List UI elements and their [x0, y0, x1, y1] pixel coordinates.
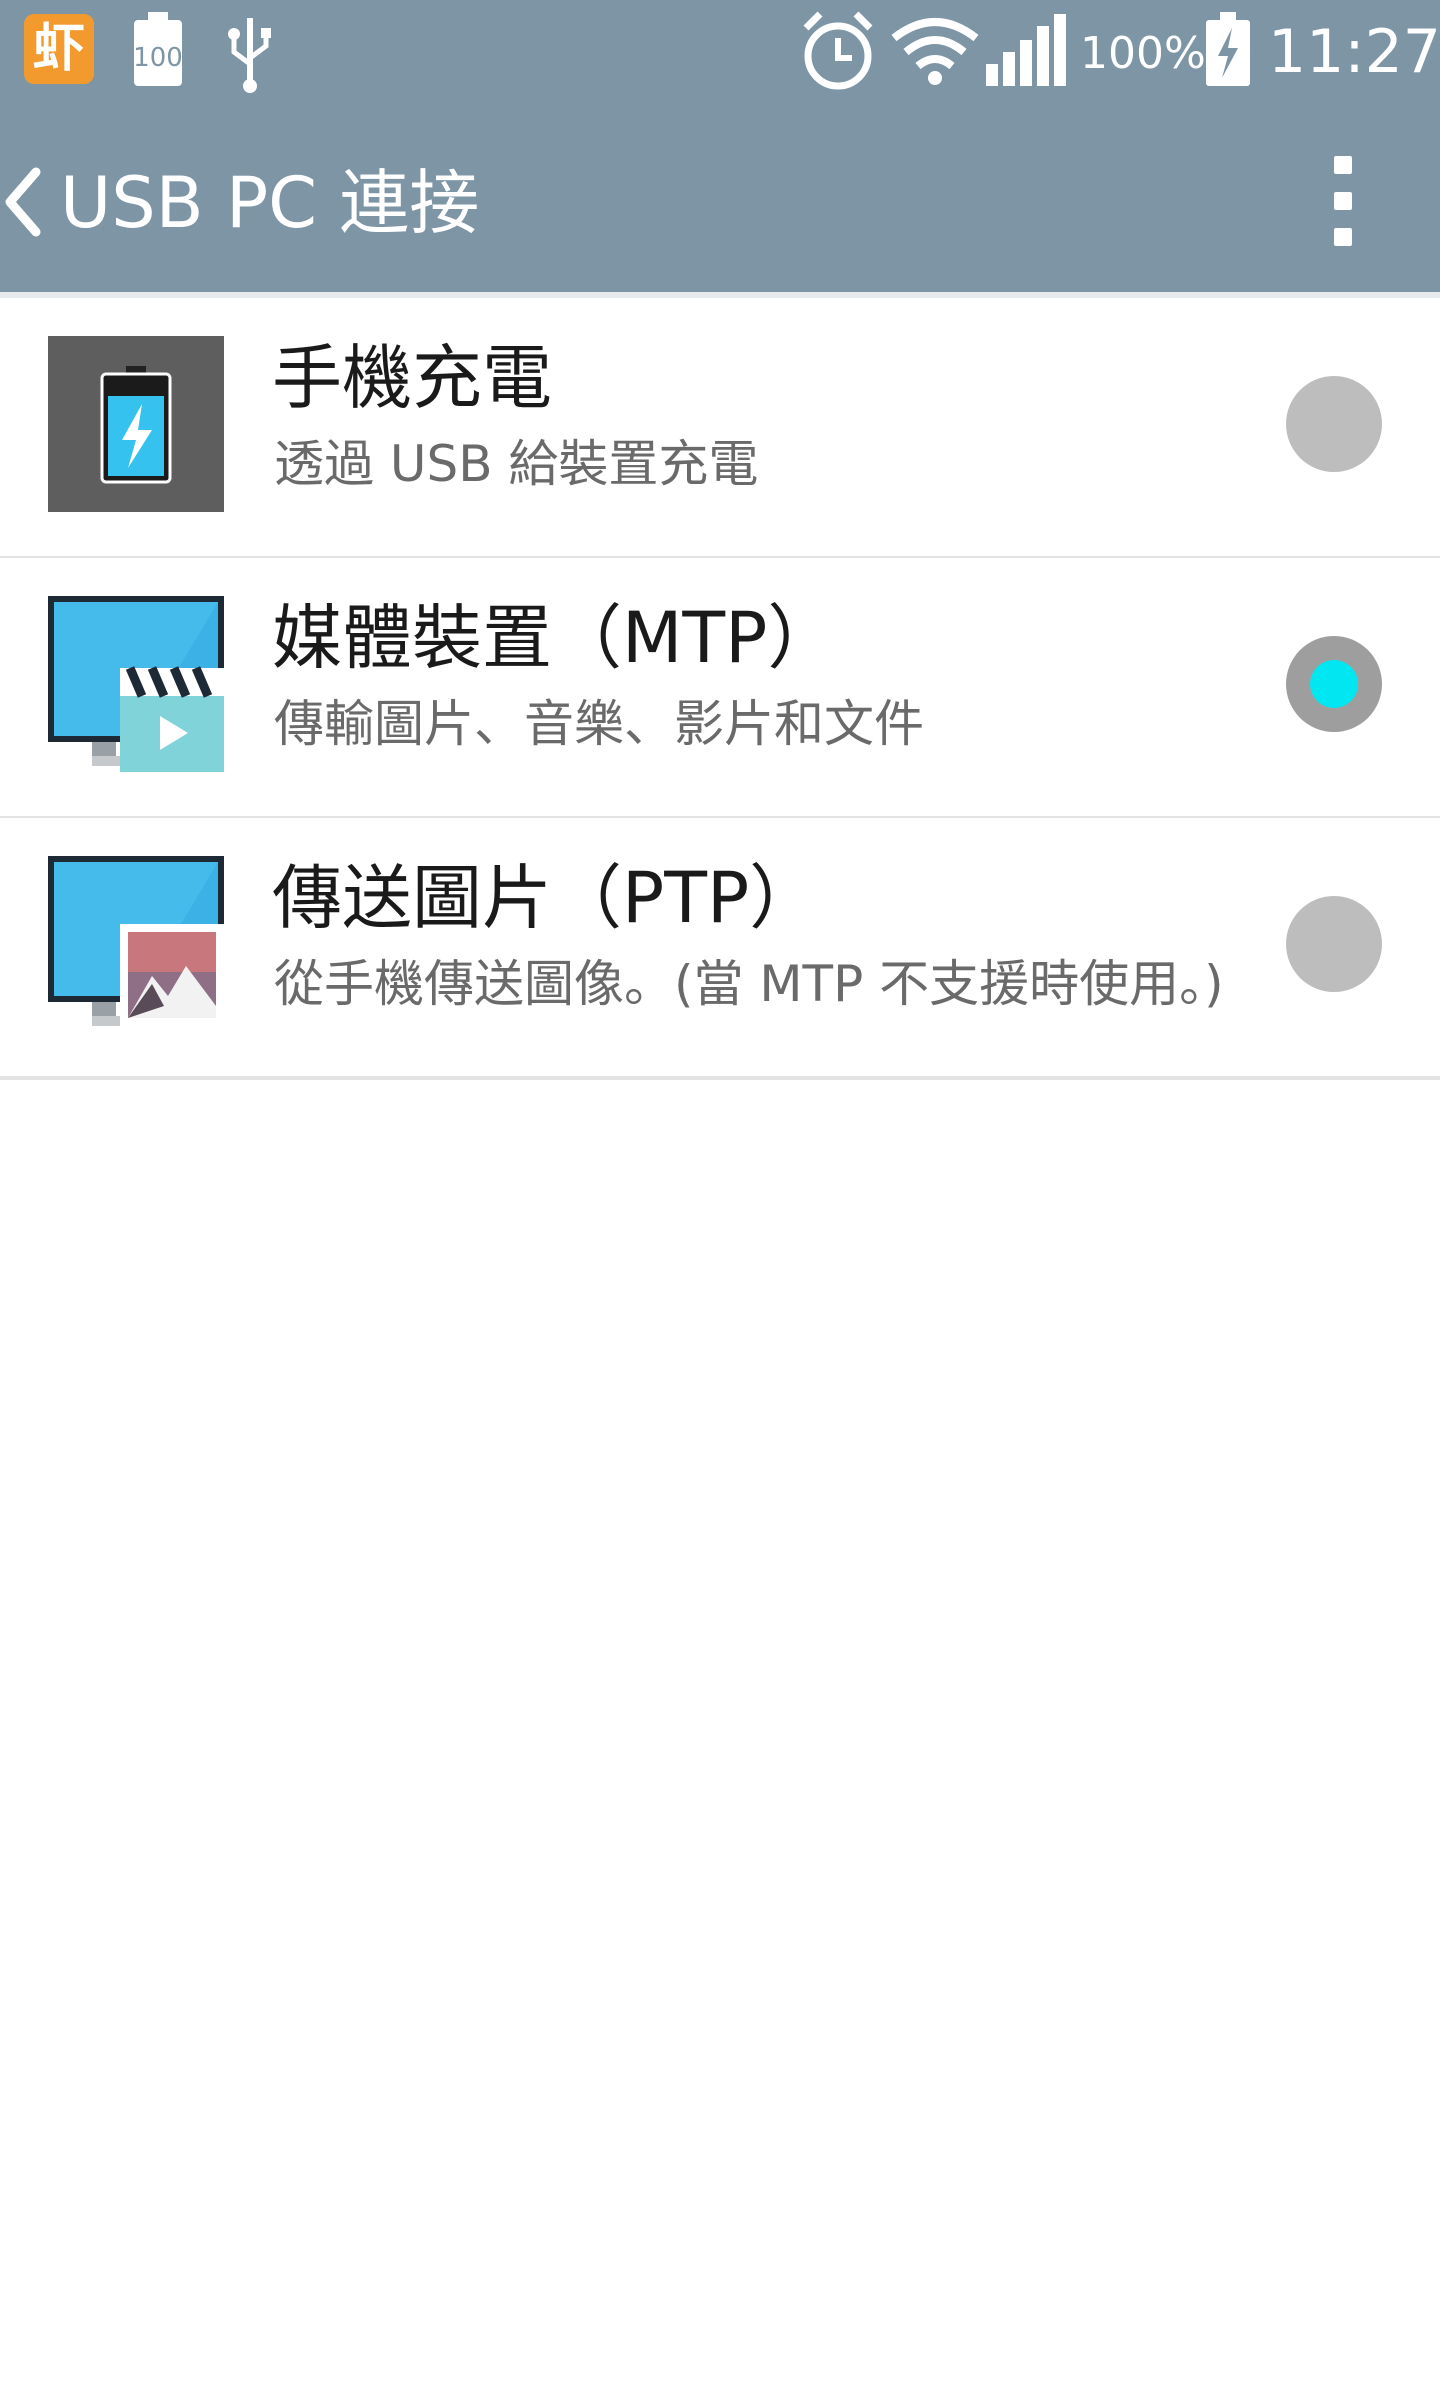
- svg-text:100: 100: [133, 43, 183, 73]
- battery-100-icon: 100: [133, 12, 183, 86]
- back-icon[interactable]: [0, 164, 50, 240]
- status-clock: 11:27: [1268, 17, 1440, 87]
- app-notification-icon: 虾: [24, 14, 94, 84]
- app-bar: USB PC 連接: [0, 108, 1440, 292]
- option-title: 手機充電: [272, 337, 552, 419]
- radio-button[interactable]: [1286, 376, 1382, 472]
- radio-indicator: [1310, 660, 1358, 708]
- page-title: USB PC 連接: [60, 162, 480, 244]
- wifi-icon: [891, 18, 979, 85]
- media-device-icon: [48, 596, 224, 772]
- battery-charging-icon: [48, 336, 224, 512]
- option-subtitle: 從手機傳送圖像。(當 MTP 不支援時使用。): [274, 955, 1224, 1013]
- photo-transfer-icon: [48, 856, 224, 1032]
- battery-charging-status-icon: [1206, 12, 1250, 86]
- option-charge-phone[interactable]: 手機充電 透過 USB 給裝置充電: [0, 298, 1440, 560]
- option-title: 傳送圖片（PTP）: [272, 857, 820, 939]
- option-subtitle: 傳輸圖片、音樂、影片和文件: [274, 695, 924, 753]
- status-bar: 虾 100 100% 11:27: [0, 0, 1440, 108]
- battery-percent: 100%: [1080, 28, 1206, 79]
- overflow-menu-icon[interactable]: [1328, 150, 1358, 250]
- option-title: 媒體裝置（MTP）: [272, 597, 838, 679]
- alarm-icon: [803, 11, 873, 90]
- option-send-images-ptp[interactable]: 傳送圖片（PTP） 從手機傳送圖像。(當 MTP 不支援時使用。): [0, 818, 1440, 1080]
- signal-strength-icon: [986, 14, 1066, 86]
- option-media-device-mtp[interactable]: 媒體裝置（MTP） 傳輸圖片、音樂、影片和文件: [0, 558, 1440, 820]
- radio-button[interactable]: [1286, 896, 1382, 992]
- radio-button-selected[interactable]: [1286, 636, 1382, 732]
- usb-icon: [228, 18, 271, 93]
- option-subtitle: 透過 USB 給裝置充電: [274, 435, 759, 493]
